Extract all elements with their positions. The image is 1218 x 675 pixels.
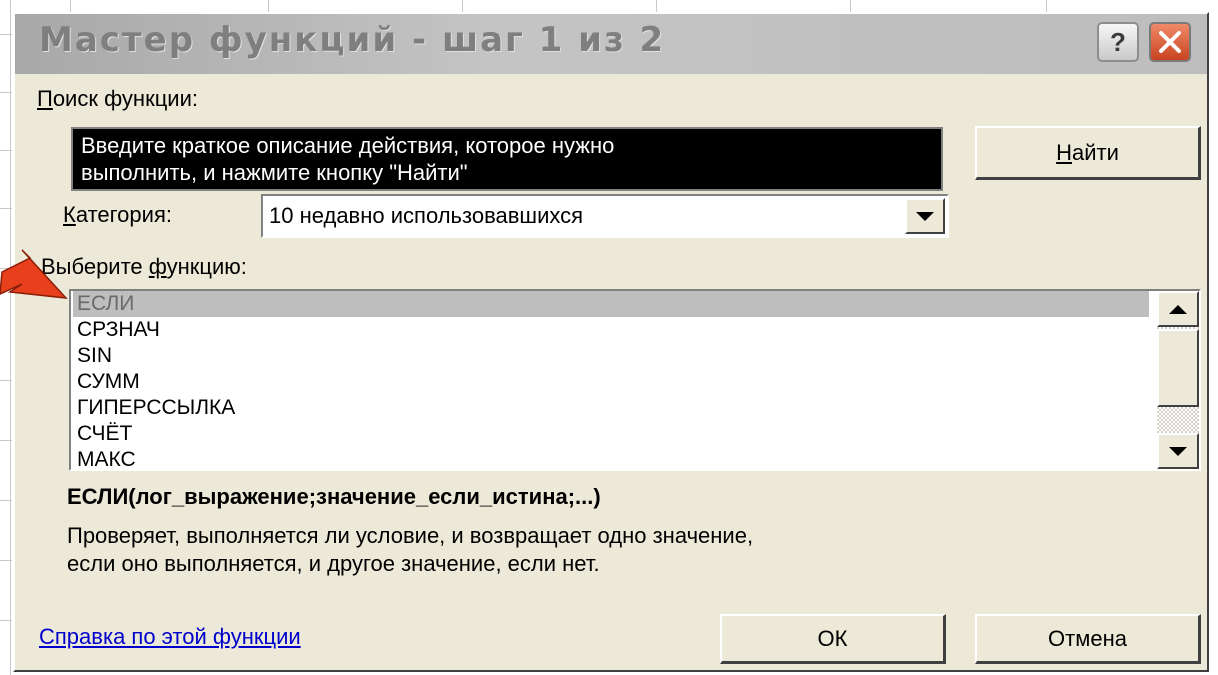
cancel-button[interactable]: Отмена bbox=[975, 614, 1201, 664]
grid-line bbox=[0, 500, 12, 501]
scroll-down-icon bbox=[1169, 446, 1187, 456]
scroll-up-button[interactable] bbox=[1157, 291, 1199, 327]
scroll-up-icon bbox=[1169, 304, 1187, 314]
scroll-down-button[interactable] bbox=[1157, 433, 1199, 469]
list-item[interactable]: СУММ bbox=[73, 369, 1149, 395]
list-item[interactable]: СРЗНАЧ bbox=[73, 317, 1149, 343]
list-item[interactable]: СЧЁТ bbox=[73, 421, 1149, 447]
search-input[interactable]: Введите краткое описание действия, котор… bbox=[71, 127, 943, 191]
grid-line bbox=[0, 380, 12, 381]
category-dropdown-button[interactable] bbox=[905, 198, 945, 234]
grid-line bbox=[0, 560, 12, 561]
function-signature: ЕСЛИ(лог_выражение;значение_если_истина;… bbox=[67, 484, 601, 509]
dialog-titlebar[interactable]: Мастер функций - шаг 1 из 2 ? bbox=[15, 14, 1207, 74]
description-line1: Проверяет, выполняется ли условие, и воз… bbox=[67, 523, 754, 548]
grid-line bbox=[0, 620, 12, 621]
scroll-thumb[interactable] bbox=[1157, 329, 1199, 407]
find-button[interactable]: Найти bbox=[975, 126, 1201, 180]
description-line2: если оно выполняется, и другое значение,… bbox=[67, 551, 600, 576]
function-help-link[interactable]: Справка по этой функции bbox=[39, 624, 301, 650]
insert-function-dialog: Мастер функций - шаг 1 из 2 ? Поиск функ… bbox=[13, 12, 1209, 672]
category-value: 10 недавно использовавшихся bbox=[269, 203, 584, 228]
search-text-line2: выполнить, и нажмите кнопку "Найти" bbox=[81, 160, 468, 185]
dropdown-arrow-icon bbox=[916, 211, 934, 221]
help-button[interactable]: ? bbox=[1097, 22, 1139, 62]
grid-line bbox=[0, 208, 12, 209]
function-listbox[interactable]: ЕСЛИ СРЗНАЧ SIN СУММ ГИПЕРССЫЛКА СЧЁТ МА… bbox=[69, 289, 1201, 471]
function-description: Проверяет, выполняется ли условие, и воз… bbox=[67, 522, 1167, 578]
grid-line bbox=[0, 440, 12, 441]
category-label: Категория: bbox=[63, 202, 172, 227]
search-text-line1: Введите краткое описание действия, котор… bbox=[81, 133, 615, 158]
close-button[interactable] bbox=[1149, 22, 1191, 62]
close-icon bbox=[1159, 31, 1181, 53]
list-item[interactable]: ГИПЕРССЫЛКА bbox=[73, 395, 1149, 421]
category-select[interactable]: 10 недавно использовавшихся bbox=[261, 194, 949, 238]
help-icon: ? bbox=[1110, 26, 1126, 57]
grid-line bbox=[0, 150, 12, 151]
grid-line bbox=[0, 34, 12, 35]
list-scrollbar[interactable] bbox=[1157, 291, 1199, 469]
list-item-selected[interactable]: ЕСЛИ bbox=[73, 291, 1149, 317]
pointer-arrow-icon bbox=[0, 249, 68, 299]
list-item[interactable]: SIN bbox=[73, 343, 1149, 369]
dialog-title: Мастер функций - шаг 1 из 2 bbox=[39, 20, 666, 60]
ok-button[interactable]: ОК bbox=[720, 614, 946, 664]
list-item[interactable]: МАКС bbox=[73, 447, 1149, 469]
grid-line bbox=[0, 92, 12, 93]
grid-line bbox=[10, 0, 11, 675]
function-list-label: Выберите функцию: bbox=[41, 254, 247, 279]
search-label: Поиск функции: bbox=[37, 86, 198, 111]
